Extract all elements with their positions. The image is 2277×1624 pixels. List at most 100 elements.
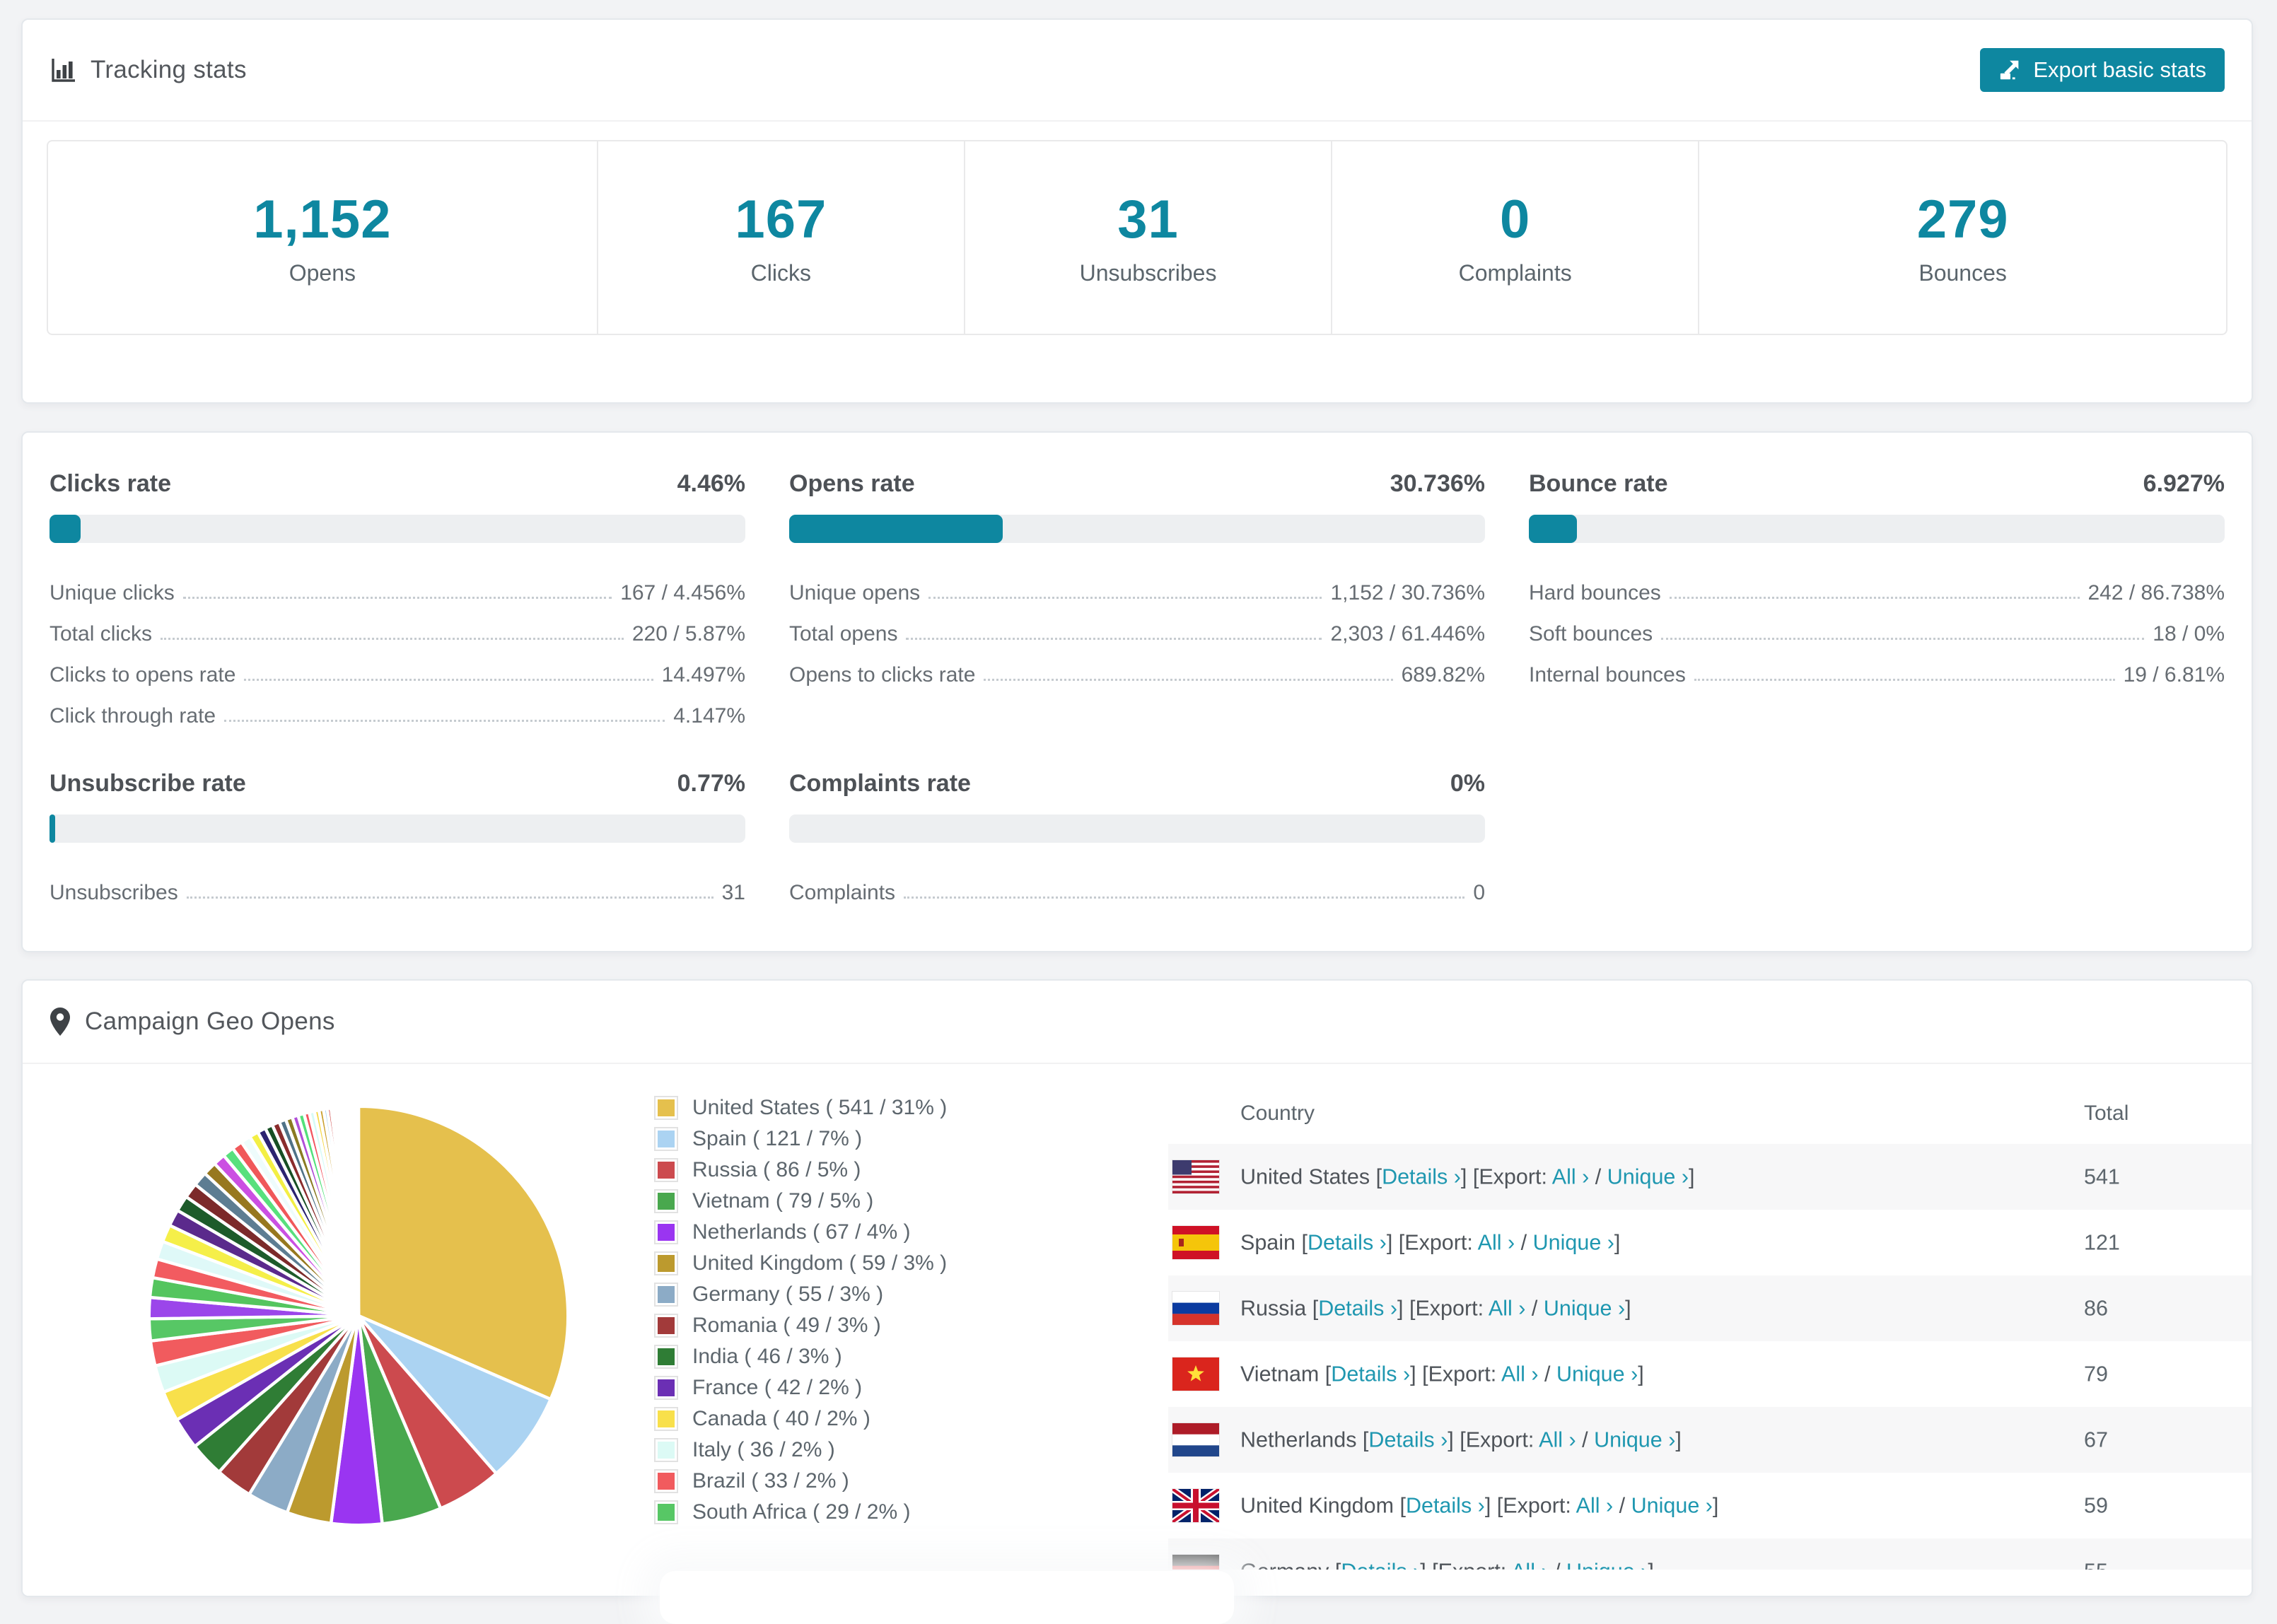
details-link-us[interactable]: Details › (1382, 1164, 1461, 1188)
table-row-us: United States [Details ›] [Export: All ›… (1168, 1144, 2252, 1210)
dotted-leader (906, 638, 1322, 640)
rate-progress-bar (1529, 515, 2225, 543)
export-unique-link-vn[interactable]: Unique › (1556, 1362, 1638, 1386)
export-unique-link-ru[interactable]: Unique › (1544, 1296, 1625, 1320)
rate-row-value: 220 / 5.87% (631, 622, 745, 645)
legend-item-united-states: United States ( 541 / 31% ) (654, 1092, 947, 1123)
export-all-link-nl[interactable]: All › (1539, 1427, 1576, 1451)
rate-row: Opens to clicks rate 689.82% (789, 646, 1485, 687)
rate-rows: Unsubscribes 31 (50, 864, 745, 905)
rate-section-complaints-rate: Complaints rate 0% Complaints 0 (789, 769, 1485, 905)
legend-label: South Africa ( 29 / 2% ) (692, 1500, 911, 1524)
table-row-es: Spain [Details ›] [Export: All › / Uniqu… (1168, 1210, 2252, 1275)
total-cell: 541 (2084, 1164, 2120, 1188)
rate-progress-bar (50, 515, 745, 543)
rate-progress-bar (789, 515, 1485, 543)
country-cell: Spain [Details ›] [Export: All › / Uniqu… (1240, 1230, 1621, 1254)
export-all-link-vn[interactable]: All › (1501, 1362, 1539, 1386)
rate-section-bounce-rate: Bounce rate 6.927% Hard bounces 242 / 86.73… (1529, 469, 2225, 728)
rate-row-label: Hard bounces (1529, 581, 1661, 604)
rate-row-value: 1,152 / 30.736% (1330, 581, 1485, 604)
export-all-link-ru[interactable]: All › (1489, 1296, 1526, 1320)
rate-row: Total opens 2,303 / 61.446% (789, 605, 1485, 646)
stat-label: Clicks (750, 260, 811, 286)
export-unique-link-es[interactable]: Unique › (1533, 1230, 1614, 1254)
rate-row-label: Complaints (789, 881, 896, 904)
export-basic-stats-button[interactable]: Export basic stats (1980, 48, 2225, 92)
legend-item-italy: Italy ( 36 / 2% ) (654, 1435, 947, 1466)
dotted-leader (182, 597, 612, 599)
rates-grid: Clicks rate 4.46% Unique clicks 167 / 4.456… (23, 433, 2252, 905)
export-unique-link-gb[interactable]: Unique › (1631, 1493, 1713, 1517)
geo-opens-body: United States ( 541 / 31% ) Spain ( 121 /… (23, 1064, 2252, 1596)
stats-summary-body: 1,152 Opens 167 Clicks 31 Unsubscribes 0 Compla… (23, 122, 2252, 354)
legend-item-south-africa: South Africa ( 29 / 2% ) (654, 1497, 947, 1528)
legend-label: Netherlands ( 67 / 4% ) (692, 1220, 911, 1244)
legend-label: Romania ( 49 / 3% ) (692, 1314, 881, 1337)
details-link-ru[interactable]: Details › (1318, 1296, 1397, 1320)
export-all-link-gb[interactable]: All › (1576, 1493, 1614, 1517)
export-unique-link-us[interactable]: Unique › (1607, 1164, 1689, 1188)
rate-title: Unsubscribe rate (50, 769, 246, 797)
column-header-country: Country (1240, 1102, 1315, 1125)
rate-progress-fill (50, 814, 55, 843)
pie-legend: United States ( 541 / 31% ) Spain ( 121 /… (654, 1092, 947, 1528)
details-link-es[interactable]: Details › (1308, 1230, 1387, 1254)
legend-item-spain: Spain ( 121 / 7% ) (654, 1123, 947, 1155)
stat-value: 31 (1117, 189, 1179, 250)
rate-row: Soft bounces 18 / 0% (1529, 605, 2225, 646)
table-rows: United States [Details ›] [Export: All ›… (1168, 1144, 2252, 1596)
rate-row-label: Click through rate (50, 704, 216, 728)
rate-row-value: 689.82% (1401, 663, 1485, 687)
legend-label: Germany ( 55 / 3% ) (692, 1283, 884, 1306)
export-all-link-es[interactable]: All › (1478, 1230, 1515, 1254)
legend-label: Spain ( 121 / 7% ) (692, 1127, 863, 1150)
rate-row: Complaints 0 (789, 864, 1485, 905)
stat-value: 279 (1916, 189, 2009, 250)
tracking-stats-card: Tracking stats Export basic stats 1,152 O… (21, 18, 2253, 404)
legend-swatch (654, 1500, 678, 1524)
details-link-vn[interactable]: Details › (1331, 1362, 1410, 1386)
table-row-vn: Vietnam [Details ›] [Export: All › / Uni… (1168, 1341, 2252, 1407)
total-cell: 86 (2084, 1296, 2108, 1320)
details-link-nl[interactable]: Details › (1368, 1427, 1448, 1451)
rate-row-value: 4.147% (673, 704, 745, 728)
rate-value: 6.927% (2143, 469, 2225, 497)
rate-rows: Unique clicks 167 / 4.456% Total clicks 220… (50, 564, 745, 728)
rate-row: Clicks to opens rate 14.497% (50, 646, 745, 687)
nl-flag-icon (1172, 1423, 1219, 1456)
rate-row-label: Internal bounces (1529, 663, 1686, 687)
legend-label: Italy ( 36 / 2% ) (692, 1438, 835, 1461)
rate-row-label: Soft bounces (1529, 622, 1653, 645)
export-unique-link-nl[interactable]: Unique › (1594, 1427, 1675, 1451)
legend-item-france: France ( 42 / 2% ) (654, 1372, 947, 1403)
stat-label: Bounces (1918, 260, 2007, 286)
page-title: Tracking stats (91, 56, 247, 83)
rate-row-value: 14.497% (661, 663, 745, 687)
rate-row-label: Total clicks (50, 622, 153, 645)
export-all-link-us[interactable]: All › (1552, 1164, 1590, 1188)
details-link-gb[interactable]: Details › (1406, 1493, 1485, 1517)
rate-title: Complaints rate (789, 769, 971, 797)
rate-row-value: 2,303 / 61.446% (1330, 622, 1485, 645)
rate-row: Click through rate 4.147% (50, 687, 745, 728)
rate-title: Clicks rate (50, 469, 171, 497)
legend-swatch (654, 1345, 678, 1369)
legend-label: United States ( 541 / 31% ) (692, 1096, 948, 1119)
legend-item-brazil: Brazil ( 33 / 2% ) (654, 1466, 947, 1497)
rate-title: Opens rate (789, 469, 915, 497)
rate-row-value: 0 (1473, 881, 1485, 904)
rate-row: Unique clicks 167 / 4.456% (50, 564, 745, 605)
geo-opens-title: Campaign Geo Opens (85, 1007, 335, 1035)
stat-cell-complaints: 0 Complaints (1332, 141, 1700, 334)
vn-flag-icon (1172, 1357, 1219, 1391)
table-row-nl: Netherlands [Details ›] [Export: All › /… (1168, 1407, 2252, 1473)
rate-section-unsubscribe-rate: Unsubscribe rate 0.77% Unsubscribes 31 (50, 769, 745, 905)
rate-row-value: 242 / 86.738% (2087, 581, 2225, 604)
stat-value: 167 (735, 189, 827, 250)
rate-title: Bounce rate (1529, 469, 1668, 497)
rate-row-label: Total opens (789, 622, 898, 645)
stat-label: Opens (289, 260, 356, 286)
legend-label: India ( 46 / 3% ) (692, 1345, 842, 1368)
rate-rows: Hard bounces 242 / 86.738% Soft bounces 18 … (1529, 564, 2225, 687)
